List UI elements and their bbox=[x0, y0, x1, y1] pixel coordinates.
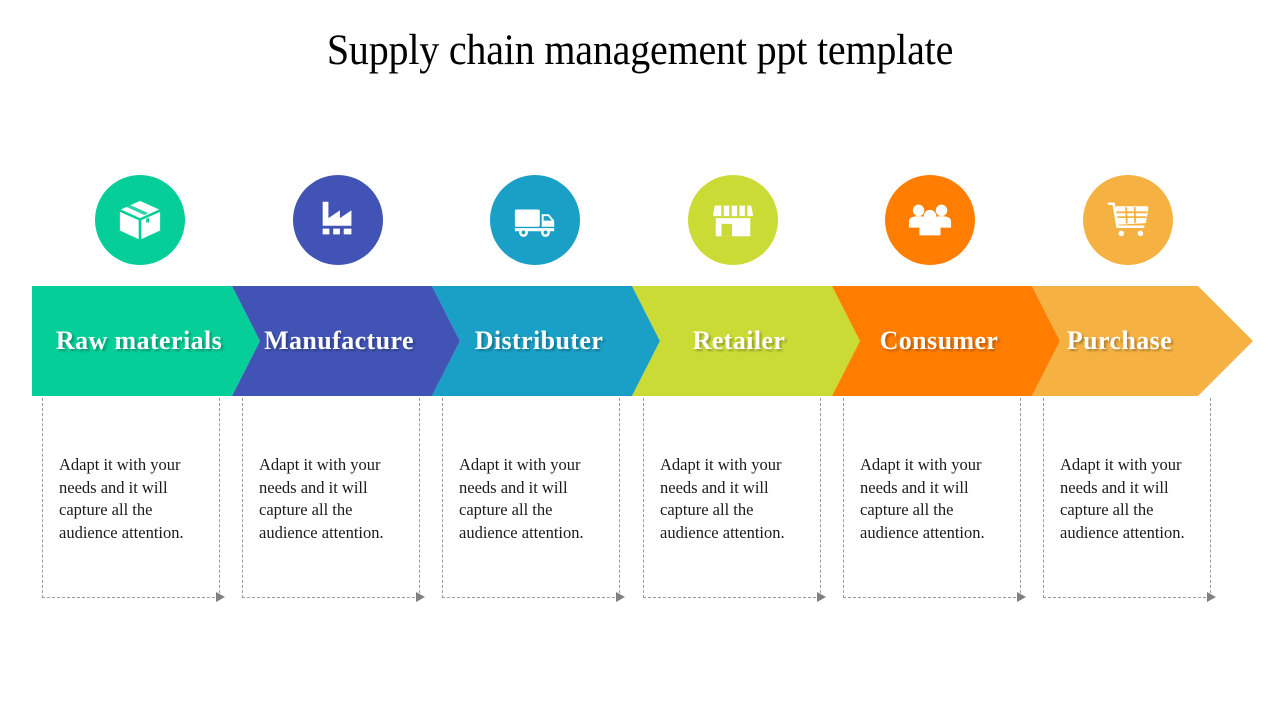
flow-arrow-icon bbox=[817, 592, 826, 602]
flow-arrow-icon bbox=[216, 592, 225, 602]
description-text-distributer: Adapt it with your needs and it will cap… bbox=[459, 455, 584, 542]
description-column-distributer: Adapt it with your needs and it will cap… bbox=[442, 398, 625, 602]
factory-icon bbox=[315, 197, 361, 243]
chevron-label-manufacture: Manufacture bbox=[264, 326, 414, 355]
chevron-label-retailer: Retailer bbox=[692, 326, 786, 355]
description-column-consumer: Adapt it with your needs and it will cap… bbox=[843, 398, 1026, 602]
stage-icon-consumer bbox=[885, 175, 975, 265]
delivery-truck-icon bbox=[512, 197, 558, 243]
description-text-consumer: Adapt it with your needs and it will cap… bbox=[860, 455, 985, 542]
chevron-stage-consumer[interactable]: Consumer bbox=[832, 286, 1060, 396]
description-column-purchase: Adapt it with your needs and it will cap… bbox=[1043, 398, 1216, 602]
stage-icon-raw-materials bbox=[95, 175, 185, 265]
flow-arrow-icon bbox=[416, 592, 425, 602]
chevron-stage-retailer[interactable]: Retailer bbox=[632, 286, 860, 396]
people-group-icon bbox=[907, 197, 953, 243]
description-text-retailer: Adapt it with your needs and it will cap… bbox=[660, 455, 785, 542]
description-column-raw-materials: Adapt it with your needs and it will cap… bbox=[42, 398, 225, 602]
stage-icon-manufacture bbox=[293, 175, 383, 265]
description-text-raw-materials: Adapt it with your needs and it will cap… bbox=[59, 455, 184, 542]
stage-icon-retailer bbox=[688, 175, 778, 265]
chevron-stage-raw-materials[interactable]: Raw materials bbox=[32, 286, 260, 396]
storefront-icon bbox=[710, 197, 756, 243]
chevron-stage-distributer[interactable]: Distributer bbox=[432, 286, 660, 396]
page-title: Supply chain management ppt template bbox=[326, 27, 954, 74]
stage-icon-distributer bbox=[490, 175, 580, 265]
flow-arrow-icon bbox=[1017, 592, 1026, 602]
description-row: Adapt it with your needs and it will cap… bbox=[0, 398, 1280, 608]
description-column-manufacture: Adapt it with your needs and it will cap… bbox=[242, 398, 425, 602]
description-text-purchase: Adapt it with your needs and it will cap… bbox=[1060, 455, 1185, 542]
box-icon bbox=[117, 197, 163, 243]
icon-row bbox=[32, 175, 1248, 267]
shopping-cart-icon bbox=[1105, 197, 1151, 243]
chevron-label-distributer: Distributer bbox=[474, 326, 604, 355]
chevron-stage-purchase[interactable]: Purchase bbox=[1032, 286, 1253, 396]
chevron-label-raw-materials: Raw materials bbox=[55, 326, 223, 355]
chevron-label-consumer: Consumer bbox=[879, 326, 999, 355]
chevron-banner: Raw materials Manufacture Distributer Re… bbox=[32, 286, 1253, 396]
flow-arrow-icon bbox=[1207, 592, 1216, 602]
stage-icon-purchase bbox=[1083, 175, 1173, 265]
description-column-retailer: Adapt it with your needs and it will cap… bbox=[643, 398, 826, 602]
chevron-stage-manufacture[interactable]: Manufacture bbox=[232, 286, 460, 396]
description-text-manufacture: Adapt it with your needs and it will cap… bbox=[259, 455, 384, 542]
chevron-label-purchase: Purchase bbox=[1066, 326, 1173, 355]
flow-arrow-icon bbox=[616, 592, 625, 602]
